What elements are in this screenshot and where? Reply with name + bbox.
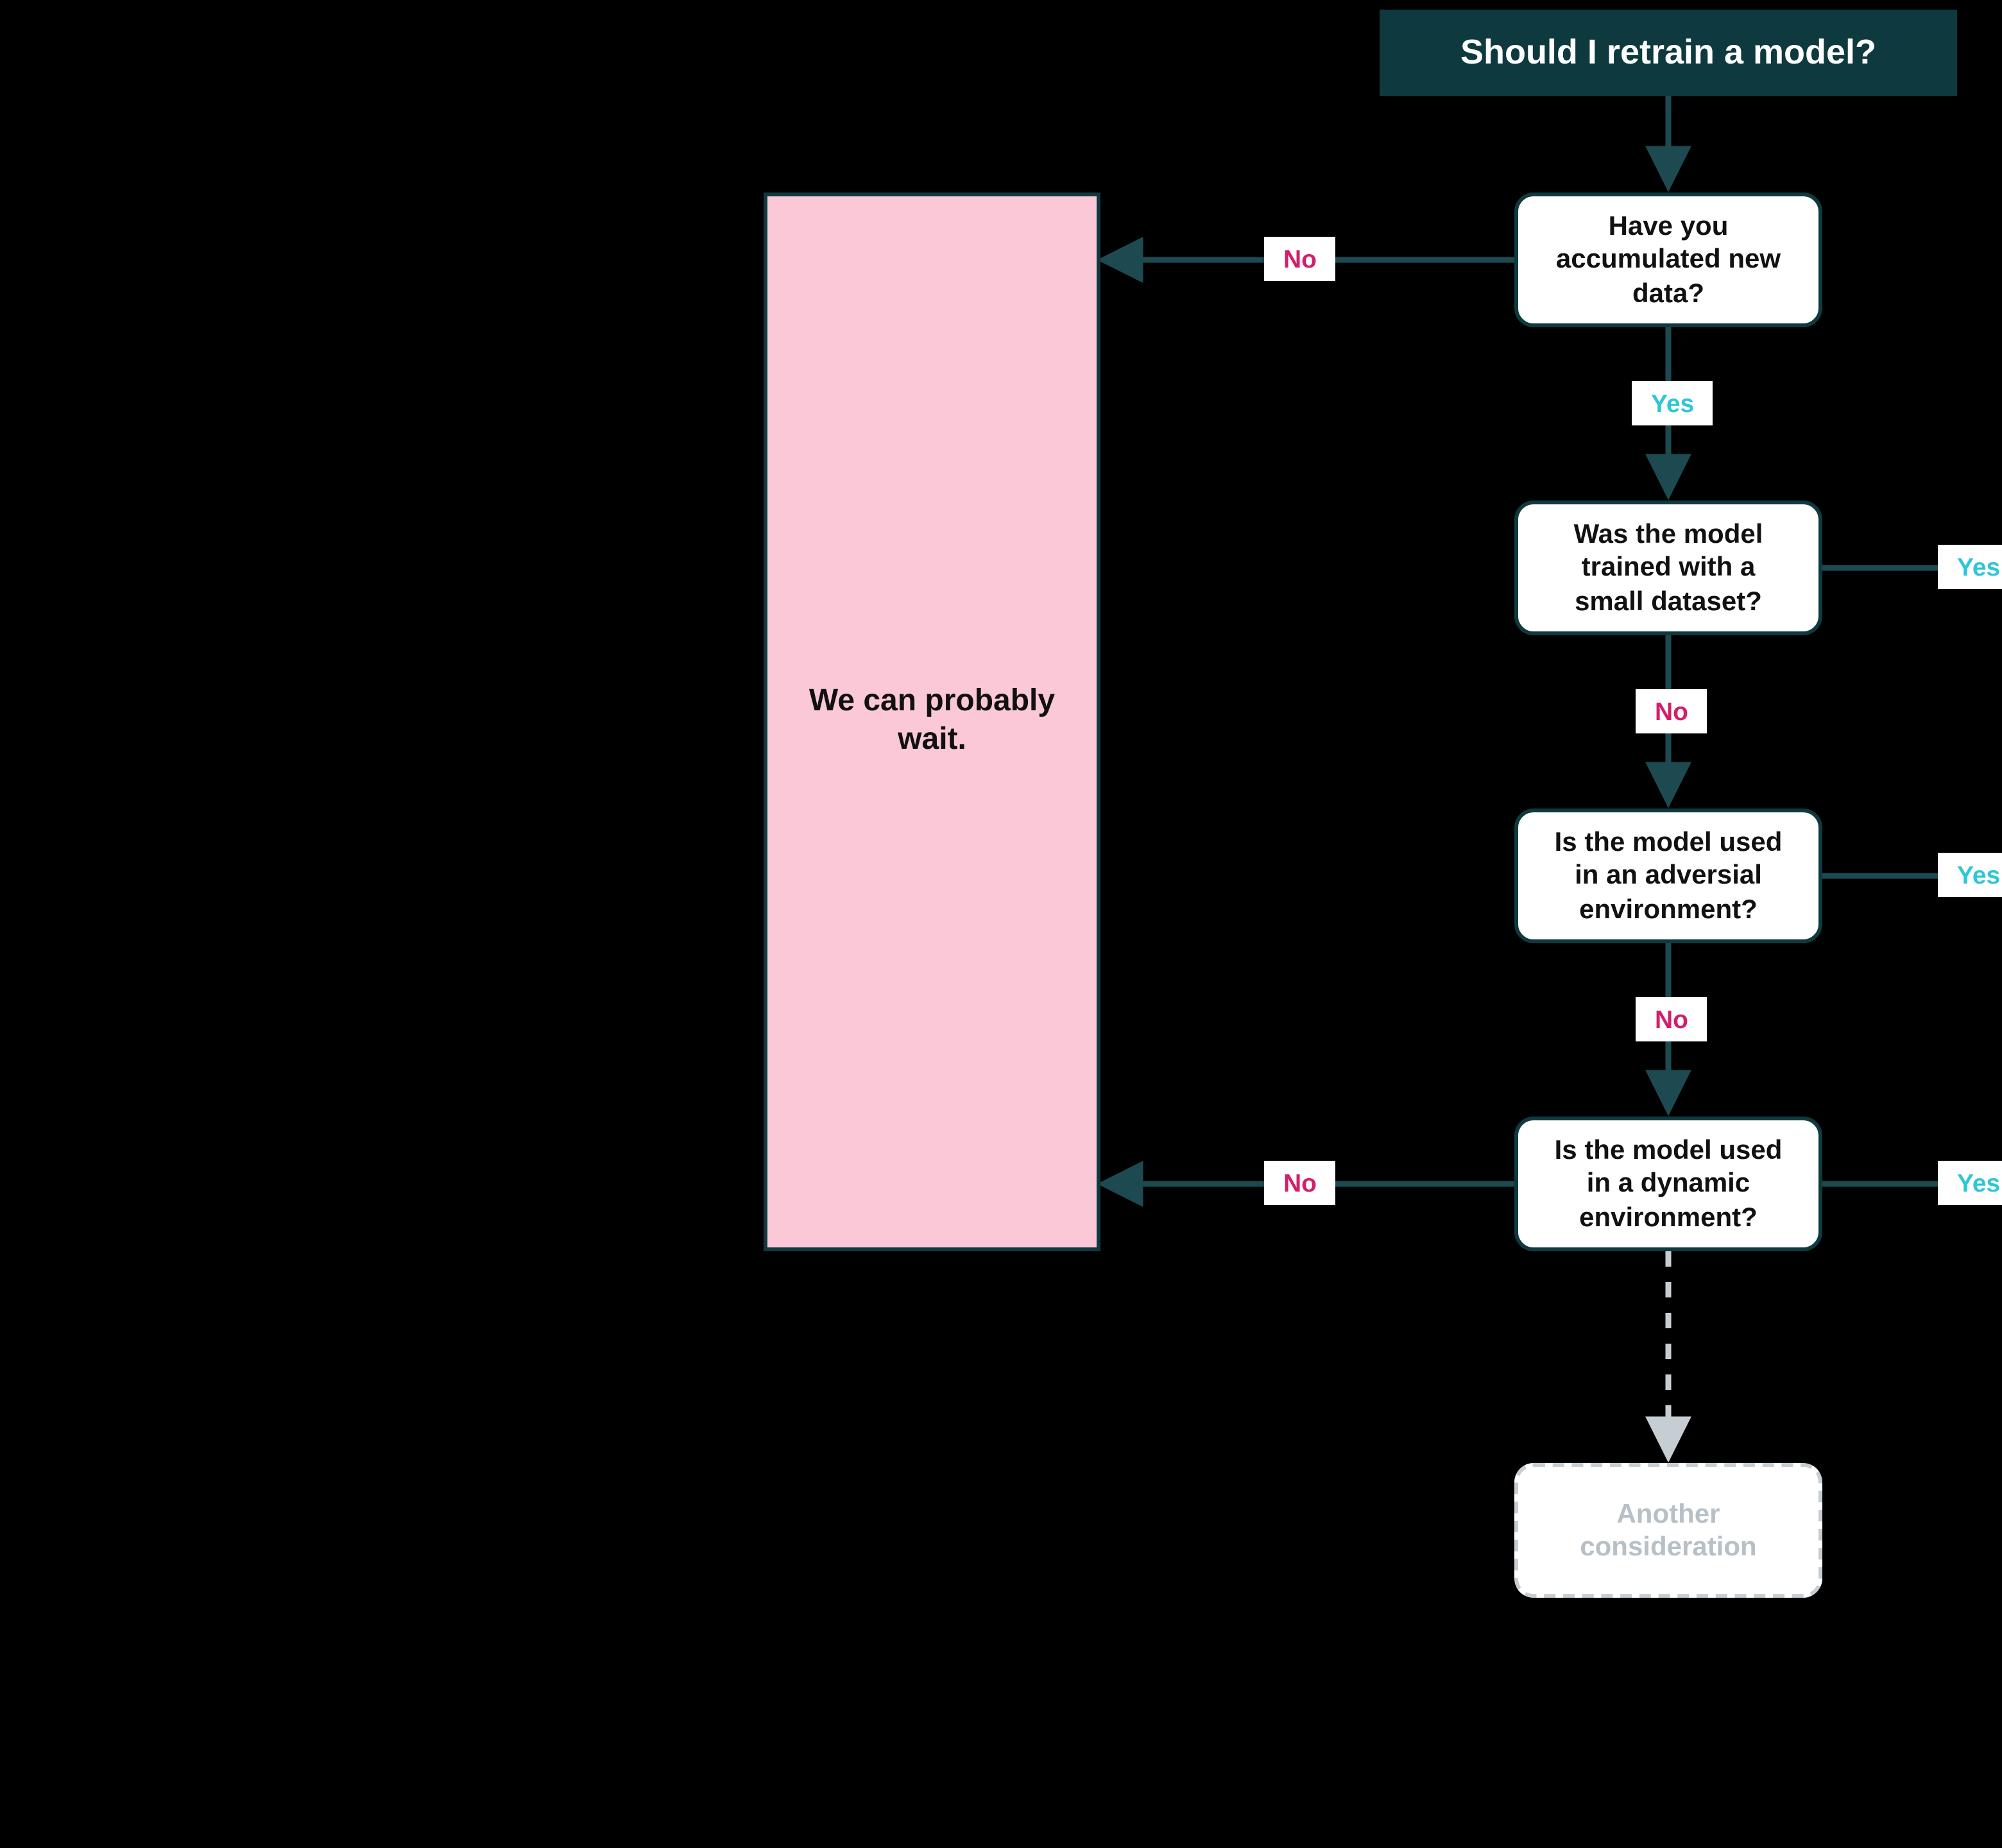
edge-label-d2-yes: Yes: [1938, 545, 2002, 589]
edge-label-d3-yes: Yes: [1938, 853, 2002, 897]
edge-label-d1-yes: Yes: [1632, 381, 1713, 425]
ghost-consideration: Another consideration: [1514, 1463, 1822, 1598]
edge-label-d2-no: No: [1636, 689, 1707, 733]
edge-label-d1-no: No: [1264, 237, 1336, 281]
outcome-wait: We can probably wait.: [764, 193, 1100, 1251]
title-box: Should I retrain a model?: [1380, 10, 1957, 96]
decision-small-dataset: Was the model trained with a small datas…: [1514, 501, 1822, 635]
decision-dynamic-env: Is the model used in a dynamic environme…: [1514, 1116, 1822, 1251]
edge-label-d3-no: No: [1636, 997, 1707, 1041]
edge-label-d4-no: No: [1264, 1161, 1336, 1205]
flowchart-stage: Should I retrain a model? We can probabl…: [667, 0, 2002, 1848]
decision-adversarial-env: Is the model used in an adversial enviro…: [1514, 809, 1822, 943]
decision-new-data: Have you accumulated new data?: [1514, 193, 1822, 327]
edge-label-d4-yes: Yes: [1938, 1161, 2002, 1205]
